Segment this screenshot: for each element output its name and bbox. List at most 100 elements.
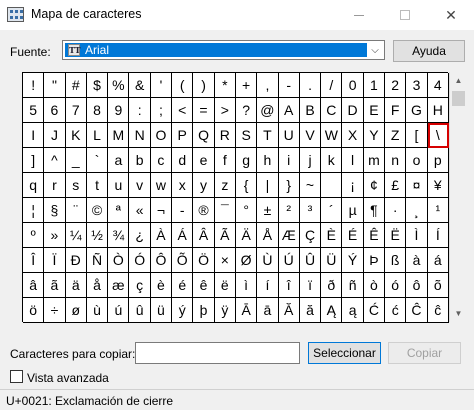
character-cell[interactable]: u: [108, 173, 130, 198]
character-cell[interactable]: Q: [193, 123, 215, 148]
character-cell[interactable]: à: [406, 248, 428, 273]
character-cell[interactable]: r: [44, 173, 66, 198]
character-cell[interactable]: ú: [108, 298, 130, 323]
character-cell[interactable]: ¡: [342, 173, 364, 198]
character-cell[interactable]: a: [108, 148, 130, 173]
character-cell[interactable]: /: [321, 73, 343, 98]
character-cell[interactable]: ¹: [427, 198, 449, 223]
character-cell[interactable]: G: [406, 98, 428, 123]
character-cell[interactable]: m: [363, 148, 386, 173]
character-cell[interactable]: Ú: [278, 248, 300, 273]
character-cell[interactable]: ): [193, 73, 215, 98]
character-cell[interactable]: Ô: [150, 248, 173, 273]
character-cell[interactable]: z: [214, 173, 236, 198]
character-cell[interactable]: b: [129, 148, 151, 173]
character-cell[interactable]: î: [278, 273, 300, 298]
character-cell[interactable]: «: [129, 198, 151, 223]
character-cell[interactable]: B: [299, 98, 322, 123]
character-cell[interactable]: H: [427, 98, 449, 123]
character-cell[interactable]: Ð: [65, 248, 87, 273]
character-cell[interactable]: ;: [150, 98, 173, 123]
character-cell[interactable]: i: [278, 148, 300, 173]
character-cell[interactable]: Õ: [172, 248, 194, 273]
character-cell[interactable]: ?: [235, 98, 258, 123]
character-cell[interactable]: t: [86, 173, 109, 198]
character-cell[interactable]: P: [172, 123, 194, 148]
character-cell[interactable]: Í: [427, 223, 449, 248]
character-cell[interactable]: .: [299, 73, 322, 98]
character-cell[interactable]: 3: [406, 73, 428, 98]
character-cell[interactable]: C: [321, 98, 343, 123]
character-cell[interactable]: 5: [23, 98, 45, 123]
character-cell[interactable]: Ò: [108, 248, 130, 273]
character-cell[interactable]: ³: [299, 198, 322, 223]
character-cell[interactable]: n: [385, 148, 407, 173]
character-cell[interactable]: W: [321, 123, 343, 148]
character-cell[interactable]: ®: [193, 198, 215, 223]
character-cell[interactable]: æ: [108, 273, 130, 298]
minimize-button[interactable]: [336, 0, 382, 30]
character-cell[interactable]: å: [86, 273, 109, 298]
character-cell[interactable]: q: [23, 173, 45, 198]
character-cell[interactable]: 8: [86, 98, 109, 123]
character-cell[interactable]: ¼: [65, 223, 87, 248]
character-cell[interactable]: I: [23, 123, 45, 148]
copy-button[interactable]: Copiar: [388, 342, 461, 364]
character-cell[interactable]: ù: [86, 298, 109, 323]
character-cell[interactable]: T: [257, 123, 279, 148]
character-cell[interactable]: Ă: [278, 298, 300, 323]
character-cell[interactable]: <: [172, 98, 194, 123]
character-cell[interactable]: 9: [108, 98, 130, 123]
character-cell[interactable]: (: [172, 73, 194, 98]
character-cell[interactable]: E: [363, 98, 386, 123]
character-cell[interactable]: Ç: [299, 223, 322, 248]
character-cell[interactable]: d: [172, 148, 194, 173]
character-cell[interactable]: g: [235, 148, 258, 173]
character-cell[interactable]: þ: [193, 298, 215, 323]
character-cell[interactable]: Ü: [321, 248, 343, 273]
character-cell[interactable]: ²: [278, 198, 300, 223]
character-cell[interactable]: Ë: [385, 223, 407, 248]
character-cell[interactable]: ï: [299, 273, 322, 298]
character-cell[interactable]: O: [150, 123, 173, 148]
character-cell[interactable]: §: [44, 198, 66, 223]
character-cell[interactable]: ý: [172, 298, 194, 323]
character-cell[interactable]: -: [278, 73, 300, 98]
character-cell[interactable]: Ì: [406, 223, 428, 248]
character-cell[interactable]: ´: [321, 198, 343, 223]
character-cell[interactable]: $: [86, 73, 109, 98]
character-cell[interactable]: ¶: [363, 198, 386, 223]
character-cell[interactable]: ,: [257, 73, 279, 98]
character-cell[interactable]: Î: [23, 248, 45, 273]
character-cell[interactable]: ": [44, 73, 66, 98]
character-cell[interactable]: ä: [65, 273, 87, 298]
character-cell[interactable]: -: [172, 198, 194, 223]
character-cell[interactable]: \: [427, 123, 449, 148]
character-cell[interactable]: @: [257, 98, 279, 123]
character-cell[interactable]: 4: [427, 73, 449, 98]
character-cell[interactable]: ¦: [23, 198, 45, 223]
character-cell[interactable]: È: [321, 223, 343, 248]
character-cell[interactable]: ÷: [44, 298, 66, 323]
character-cell[interactable]: ¾: [108, 223, 130, 248]
character-cell[interactable]: A: [278, 98, 300, 123]
character-cell[interactable]: K: [65, 123, 87, 148]
character-cell[interactable]: º: [23, 223, 45, 248]
character-cell[interactable]: ü: [150, 298, 173, 323]
character-cell[interactable]: ±: [257, 198, 279, 223]
character-cell[interactable]: ë: [214, 273, 236, 298]
character-cell[interactable]: l: [342, 148, 364, 173]
character-cell[interactable]: M: [108, 123, 130, 148]
character-cell[interactable]: í: [257, 273, 279, 298]
character-cell[interactable]: S: [235, 123, 258, 148]
scroll-up-icon[interactable]: ▲: [450, 72, 467, 89]
character-cell[interactable]: ¯: [214, 198, 236, 223]
character-grid[interactable]: ! " # $% & '() * +, -./0 1 2 3 4 5 6 7 8 9:; < = >? @ A B C D E F G H…: [22, 72, 449, 323]
character-cell[interactable]: &: [129, 73, 151, 98]
character-cell[interactable]: Ý: [342, 248, 364, 273]
character-cell[interactable]: õ: [427, 273, 449, 298]
character-cell[interactable]: c: [150, 148, 173, 173]
character-cell[interactable]: ã: [44, 273, 66, 298]
character-cell[interactable]: 1: [363, 73, 386, 98]
character-cell[interactable]: Á: [172, 223, 194, 248]
